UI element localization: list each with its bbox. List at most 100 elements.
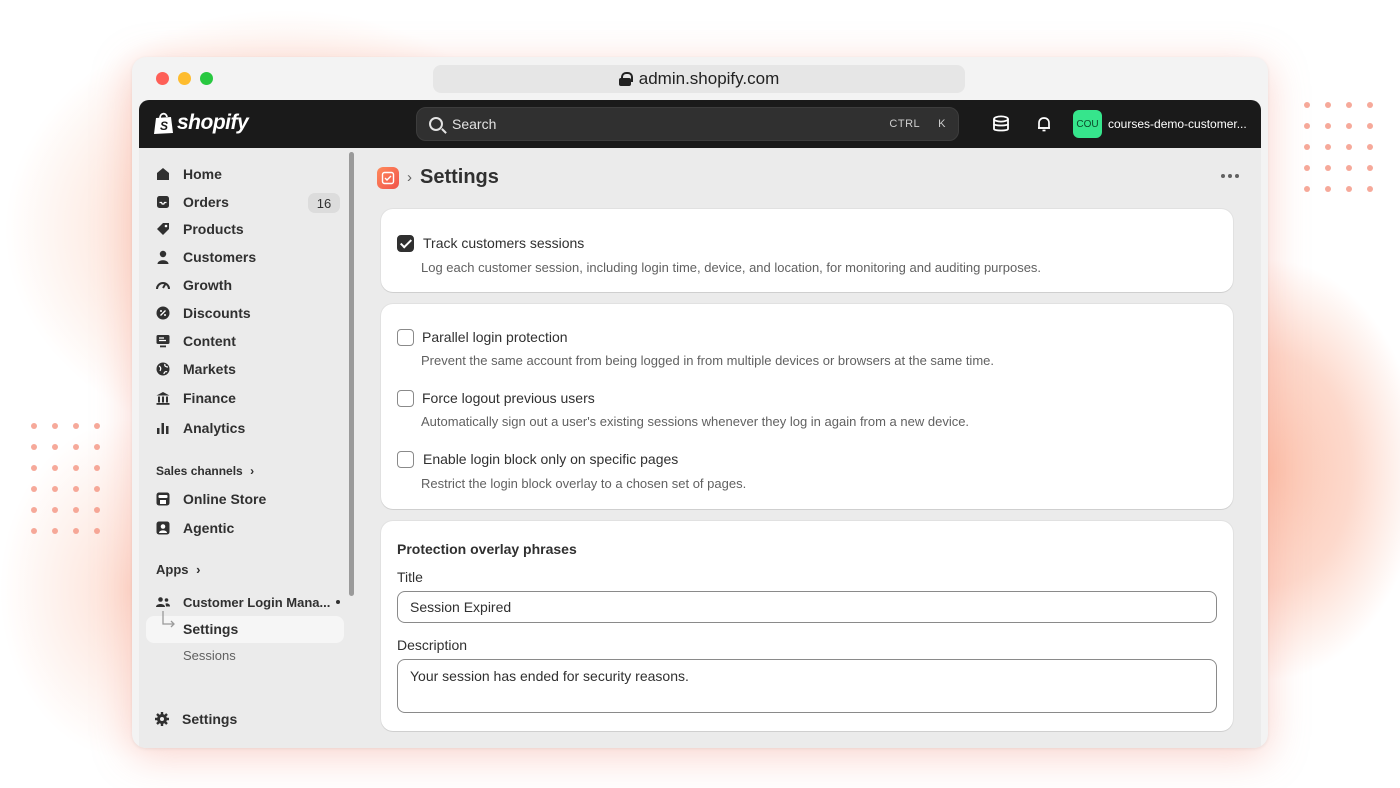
database-icon[interactable] (992, 115, 1010, 133)
sidebar-item-label: Home (183, 166, 222, 182)
sidebar-item-content[interactable]: Content (155, 333, 236, 349)
sidebar-item-label: Discounts (183, 305, 251, 321)
sidebar-item-settings[interactable]: Settings (154, 711, 237, 727)
more-actions-button[interactable] (1221, 174, 1239, 178)
option-help: Log each customer session, including log… (421, 260, 1042, 275)
store-name: courses-demo-customer... (1108, 117, 1247, 131)
app-icon[interactable] (377, 166, 399, 189)
svg-text:S: S (160, 119, 168, 133)
sidebar-item-label: Markets (183, 361, 236, 377)
search-shortcut: CTRL K (889, 118, 946, 130)
store-avatar: COU (1073, 110, 1102, 138)
monitor-icon (155, 333, 171, 349)
option-help: Restrict the login block overlay to a ch… (421, 476, 747, 491)
sidebar-scrollbar[interactable] (349, 152, 354, 596)
chevron-right-icon: › (250, 464, 255, 478)
apps-heading[interactable]: Apps › (156, 562, 200, 577)
sidebar-item-label: Customer Login Mana... (183, 594, 331, 610)
option-help: Automatically sign out a user's existing… (421, 414, 970, 429)
sidebar-item-orders[interactable]: Orders (155, 194, 229, 210)
sidebar-item-label: Orders (183, 194, 229, 210)
shopify-logo[interactable]: S shopify (153, 111, 249, 135)
decorative-dots (1304, 102, 1373, 192)
search-icon (429, 117, 443, 131)
title-field-label: Title (397, 569, 423, 585)
sidebar-item-label: Settings (183, 621, 239, 637)
option-label: Force logout previous users (422, 390, 595, 406)
breadcrumb: › Settings (377, 166, 499, 189)
sales-channels-heading[interactable]: Sales channels › (156, 464, 254, 478)
sidebar-item-products[interactable]: Products (155, 221, 244, 237)
search-placeholder: Search (452, 116, 497, 132)
option-help: Prevent the same account from being logg… (421, 353, 994, 368)
gear-icon (154, 711, 170, 727)
login-protection-card: Parallel login protection Prevent the sa… (381, 304, 1233, 509)
sidebar-item-markets[interactable]: Markets (155, 361, 236, 377)
sidebar-item-agentic[interactable]: Agentic (155, 520, 234, 536)
login-block-pages-checkbox[interactable] (397, 451, 414, 468)
parallel-login-checkbox[interactable] (397, 329, 414, 346)
store-switcher[interactable]: COU courses-demo-customer... (1073, 110, 1247, 138)
storefront-icon (155, 491, 171, 507)
sidebar-item-finance[interactable]: Finance (155, 390, 236, 406)
url-text: admin.shopify.com (638, 69, 780, 88)
card-heading: Protection overlay phrases (397, 541, 577, 557)
description-textarea[interactable]: Your session has ended for security reas… (397, 659, 1217, 713)
sidebar-item-label: Analytics (183, 420, 246, 436)
page-title: Settings (420, 166, 499, 188)
sidebar-item-growth[interactable]: Growth (155, 277, 232, 293)
chevron-right-icon: › (196, 562, 201, 577)
globe-icon (155, 361, 171, 377)
bell-icon[interactable] (1035, 115, 1053, 133)
shopify-bag-icon: S (154, 112, 173, 134)
browser-window: admin.shopify.com S shopify Search CTRL … (132, 57, 1268, 748)
sidebar-item-home[interactable]: Home (155, 166, 222, 182)
title-input[interactable]: Session Expired (397, 591, 1217, 623)
force-logout-checkbox[interactable] (397, 390, 414, 407)
sidebar-subitem-settings[interactable]: Settings (183, 621, 238, 637)
option-label: Enable login block only on specific page… (423, 451, 679, 467)
main-content: › Settings Track customers sessions Log … (357, 148, 1261, 748)
search-input[interactable]: Search CTRL K (416, 107, 959, 141)
decorative-dots (31, 423, 100, 534)
bank-icon (155, 390, 171, 406)
agent-icon (155, 520, 171, 536)
close-window-button[interactable] (156, 72, 169, 85)
lock-icon (618, 72, 633, 86)
maximize-window-button[interactable] (200, 72, 213, 85)
chevron-right-icon: › (407, 169, 412, 186)
description-field-label: Description (397, 637, 468, 653)
sidebar-item-label: Customers (183, 249, 257, 265)
apps-label: Apps (156, 562, 189, 577)
address-bar[interactable]: admin.shopify.com (433, 65, 965, 93)
sidebar-item-label: Sessions (183, 648, 236, 663)
home-icon (155, 166, 171, 182)
sidebar-item-label: Content (183, 333, 236, 349)
logo-text: shopify (177, 111, 249, 134)
title-input-value: Session Expired (410, 599, 512, 615)
minimize-window-button[interactable] (178, 72, 191, 85)
orders-count-badge: 16 (308, 193, 340, 213)
sidebar-item-discounts[interactable]: Discounts (155, 305, 251, 321)
description-textarea-value: Your session has ended for security reas… (410, 668, 689, 684)
inbox-icon (155, 194, 171, 210)
sidebar-item-label: Finance (183, 390, 236, 406)
sidebar-subitem-sessions[interactable]: Sessions (183, 648, 236, 663)
ellipsis-icon (1221, 174, 1225, 178)
person-icon (155, 249, 171, 265)
sidebar: Home Orders 16 Products Customers Growth (139, 148, 357, 748)
sales-channels-label: Sales channels (156, 464, 243, 478)
sidebar-item-online-store[interactable]: Online Store (155, 491, 266, 507)
pin-dot-icon (336, 600, 341, 604)
window-controls (156, 72, 213, 85)
gauge-icon (155, 277, 171, 293)
sidebar-item-app[interactable]: Customer Login Mana... (155, 594, 341, 610)
sidebar-item-customers[interactable]: Customers (155, 249, 256, 265)
track-sessions-checkbox[interactable] (397, 235, 414, 252)
option-label: Track customers sessions (423, 235, 585, 251)
sidebar-item-analytics[interactable]: Analytics (155, 420, 245, 436)
tag-icon (155, 221, 171, 237)
sidebar-item-label: Settings (182, 711, 238, 727)
shopify-admin: S shopify Search CTRL K COU courses-demo… (139, 100, 1261, 748)
users-icon (155, 594, 171, 610)
